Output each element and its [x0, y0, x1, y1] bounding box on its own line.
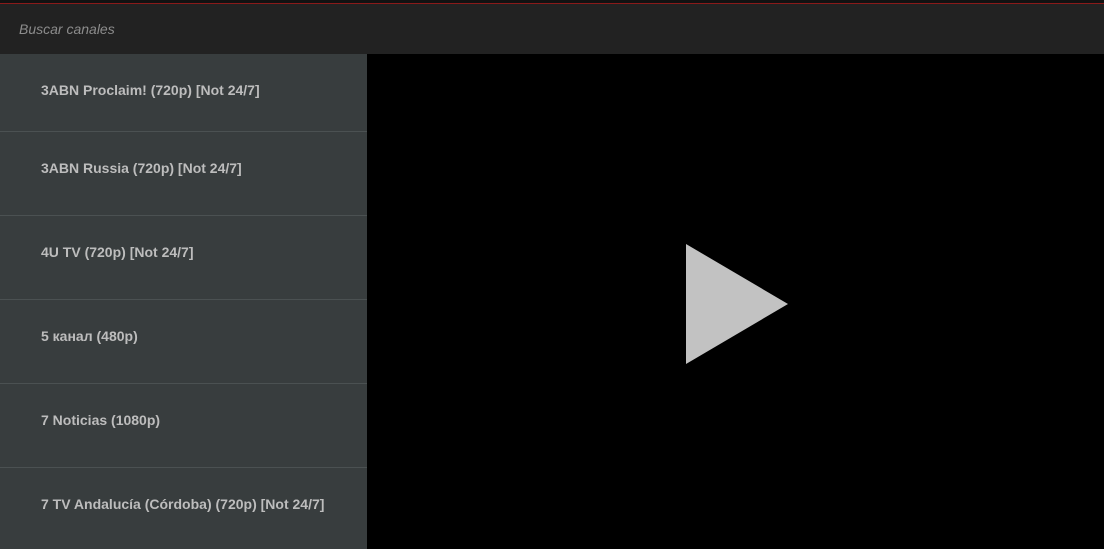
channel-label: 4U TV (720p) [Not 24/7]: [41, 244, 194, 260]
channel-list: 3ABN Proclaim! (720p) [Not 24/7] 3ABN Ru…: [0, 54, 367, 549]
app-window: 3ABN Proclaim! (720p) [Not 24/7] 3ABN Ru…: [0, 0, 1104, 549]
channel-item[interactable]: 5 канал (480p): [0, 300, 367, 384]
channel-label: 7 TV Andalucía (Córdoba) (720p) [Not 24/…: [41, 496, 325, 512]
play-button[interactable]: [684, 242, 790, 366]
channel-item[interactable]: 3ABN Russia (720p) [Not 24/7]: [0, 132, 367, 216]
video-player[interactable]: [367, 54, 1104, 549]
channel-item[interactable]: 3ABN Proclaim! (720p) [Not 24/7]: [0, 54, 367, 132]
channel-label: 3ABN Proclaim! (720p) [Not 24/7]: [41, 82, 260, 98]
search-input[interactable]: [0, 4, 1104, 54]
channel-item[interactable]: 7 TV Andalucía (Córdoba) (720p) [Not 24/…: [0, 468, 367, 549]
channel-label: 7 Noticias (1080p): [41, 412, 161, 428]
search-bar: [0, 4, 1104, 54]
channel-label: 5 канал (480p): [41, 328, 138, 344]
play-icon: [686, 244, 788, 364]
channel-label: 3ABN Russia (720p) [Not 24/7]: [41, 160, 242, 176]
channel-item[interactable]: 7 Noticias (1080p): [0, 384, 367, 468]
channel-item[interactable]: 4U TV (720p) [Not 24/7]: [0, 216, 367, 300]
